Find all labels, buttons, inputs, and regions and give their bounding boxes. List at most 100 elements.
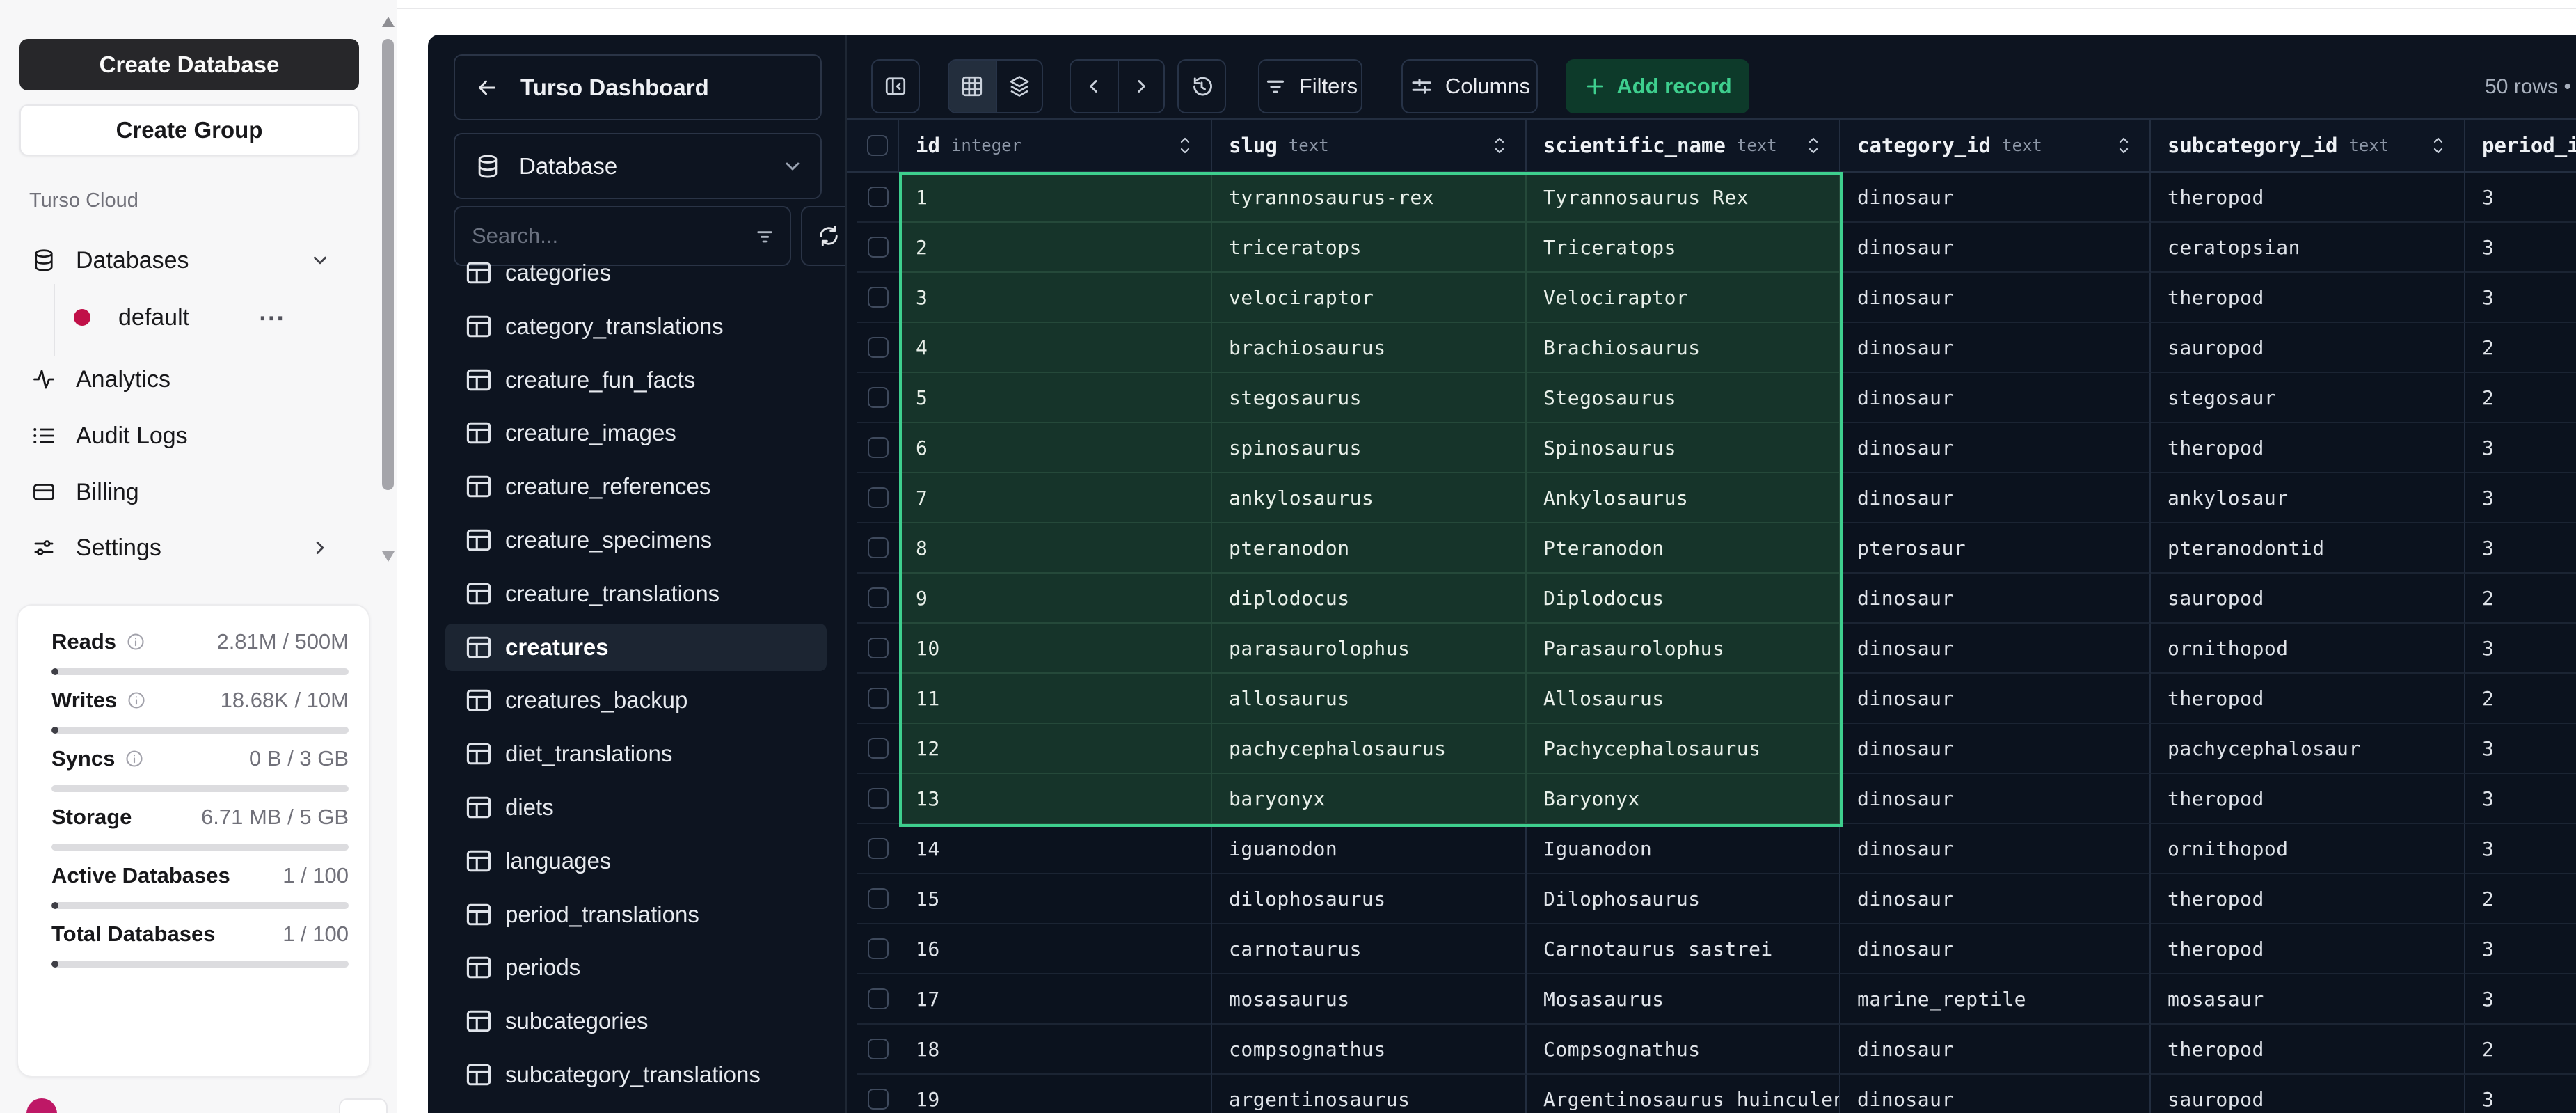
cell-id[interactable]: 1	[899, 173, 1212, 223]
scrollbar-thumb[interactable]	[382, 39, 394, 490]
column-header-scientific_name[interactable]: scientific_name text	[1527, 120, 1840, 171]
column-header-category_id[interactable]: category_id text	[1840, 120, 2151, 171]
cell-period_id[interactable]: 3	[2465, 273, 2576, 323]
cell-id[interactable]: 10	[899, 624, 1212, 674]
cell-scientific_name[interactable]: Iguanodon	[1527, 824, 1840, 874]
cell-category_id[interactable]: dinosaur	[1840, 924, 2151, 974]
sidebar-table-category_translations[interactable]: category_translations	[445, 303, 827, 350]
cell-subcategory_id[interactable]: theropod	[2151, 924, 2465, 974]
sidebar-table-languages[interactable]: languages	[445, 837, 827, 885]
cell-scientific_name[interactable]: Velociraptor	[1527, 273, 1840, 323]
cell-category_id[interactable]: pterosaur	[1840, 523, 2151, 574]
cell-scientific_name[interactable]: Pachycephalosaurus	[1527, 724, 1840, 774]
cell-scientific_name[interactable]: Tyrannosaurus Rex	[1527, 173, 1840, 223]
cell-slug[interactable]: carnotaurus	[1212, 924, 1527, 974]
cell-id[interactable]: 6	[899, 423, 1212, 473]
sidebar-item-audit-logs[interactable]: Audit Logs	[14, 412, 369, 459]
cell-period_id[interactable]: 3	[2465, 924, 2576, 974]
row-checkbox[interactable]	[868, 938, 889, 959]
cell-slug[interactable]: velociraptor	[1212, 273, 1527, 323]
cell-subcategory_id[interactable]: ceratopsian	[2151, 223, 2465, 273]
cell-subcategory_id[interactable]: theropod	[2151, 674, 2465, 724]
search-input[interactable]	[472, 223, 749, 248]
cell-period_id[interactable]: 3	[2465, 423, 2576, 473]
columns-button[interactable]: Columns	[1401, 59, 1538, 113]
info-icon[interactable]	[125, 749, 144, 768]
sidebar-table-creatures_backup[interactable]: creatures_backup	[445, 677, 827, 724]
cell-id[interactable]: 12	[899, 724, 1212, 774]
sort-icon[interactable]	[2428, 132, 2449, 159]
sidebar-item-settings[interactable]: Settings	[14, 524, 369, 571]
layers-view-button[interactable]	[995, 61, 1042, 112]
sidebar-table-periods[interactable]: periods	[445, 944, 827, 991]
sidebar-table-period_translations[interactable]: period_translations	[445, 891, 827, 938]
cell-scientific_name[interactable]: Pteranodon	[1527, 523, 1840, 574]
cell-id[interactable]: 4	[899, 323, 1212, 373]
avatar[interactable]	[26, 1098, 57, 1113]
cell-period_id[interactable]: 2	[2465, 574, 2576, 624]
cell-period_id[interactable]: 3	[2465, 473, 2576, 523]
cell-scientific_name[interactable]: Carnotaurus sastrei	[1527, 924, 1840, 974]
cell-scientific_name[interactable]: Triceratops	[1527, 223, 1840, 273]
cell-scientific_name[interactable]: Dilophosaurus	[1527, 874, 1840, 924]
cell-slug[interactable]: dilophosaurus	[1212, 874, 1527, 924]
collapse-sidebar-button[interactable]	[871, 59, 920, 113]
cell-subcategory_id[interactable]: sauropod	[2151, 574, 2465, 624]
cell-subcategory_id[interactable]: pachycephalosaur	[2151, 724, 2465, 774]
info-icon[interactable]	[126, 632, 145, 652]
cell-id[interactable]: 2	[899, 223, 1212, 273]
column-header-slug[interactable]: slug text	[1212, 120, 1527, 171]
collapsed-bottom-button[interactable]	[339, 1098, 388, 1113]
cell-period_id[interactable]: 3	[2465, 974, 2576, 1025]
cell-scientific_name[interactable]: Ankylosaurus	[1527, 473, 1840, 523]
create-database-button[interactable]: Create Database	[19, 39, 359, 90]
cell-period_id[interactable]: 3	[2465, 523, 2576, 574]
row-checkbox[interactable]	[868, 838, 889, 859]
row-checkbox[interactable]	[868, 387, 889, 408]
cell-subcategory_id[interactable]: theropod	[2151, 874, 2465, 924]
cell-period_id[interactable]: 2	[2465, 373, 2576, 423]
sidebar-item-default-database[interactable]: default ⋯	[14, 294, 369, 341]
cell-scientific_name[interactable]: Compsognathus	[1527, 1025, 1840, 1075]
sidebar-table-creature_references[interactable]: creature_references	[445, 463, 827, 510]
next-page-button[interactable]	[1117, 61, 1164, 112]
cell-subcategory_id[interactable]: ankylosaur	[2151, 473, 2465, 523]
sidebar-table-creature_specimens[interactable]: creature_specimens	[445, 516, 827, 564]
create-group-button[interactable]: Create Group	[19, 104, 359, 156]
cell-slug[interactable]: argentinosaurus	[1212, 1075, 1527, 1113]
row-checkbox[interactable]	[868, 487, 889, 508]
cell-slug[interactable]: ankylosaurus	[1212, 473, 1527, 523]
grid-view-button[interactable]	[949, 61, 996, 112]
back-to-turso-dashboard-button[interactable]: Turso Dashboard	[454, 54, 822, 120]
row-checkbox[interactable]	[868, 988, 889, 1009]
sidebar-table-categories[interactable]: categories	[445, 249, 827, 297]
cell-category_id[interactable]: dinosaur	[1840, 624, 2151, 674]
cell-id[interactable]: 5	[899, 373, 1212, 423]
cell-category_id[interactable]: dinosaur	[1840, 473, 2151, 523]
cell-category_id[interactable]: dinosaur	[1840, 323, 2151, 373]
column-header-subcategory_id[interactable]: subcategory_id text	[2151, 120, 2465, 171]
cell-slug[interactable]: compsognathus	[1212, 1025, 1527, 1075]
row-checkbox[interactable]	[868, 788, 889, 809]
cell-slug[interactable]: pteranodon	[1212, 523, 1527, 574]
cell-subcategory_id[interactable]: stegosaur	[2151, 373, 2465, 423]
sidebar-table-diets[interactable]: diets	[445, 784, 827, 831]
sort-icon[interactable]	[1803, 132, 1824, 159]
cell-scientific_name[interactable]: Allosaurus	[1527, 674, 1840, 724]
previous-page-button[interactable]	[1071, 61, 1118, 112]
cell-id[interactable]: 7	[899, 473, 1212, 523]
row-checkbox[interactable]	[868, 237, 889, 258]
sidebar-table-subcategory_translations[interactable]: subcategory_translations	[445, 1051, 827, 1098]
cell-category_id[interactable]: dinosaur	[1840, 423, 2151, 473]
sidebar-item-analytics[interactable]: Analytics	[14, 356, 369, 403]
cell-id[interactable]: 17	[899, 974, 1212, 1025]
cell-period_id[interactable]: 3	[2465, 1075, 2576, 1113]
sort-icon[interactable]	[1489, 132, 1510, 159]
cell-subcategory_id[interactable]: theropod	[2151, 423, 2465, 473]
row-checkbox[interactable]	[868, 738, 889, 759]
sidebar-table-creatures[interactable]: creatures	[445, 624, 827, 671]
cell-subcategory_id[interactable]: theropod	[2151, 774, 2465, 824]
cell-category_id[interactable]: marine_reptile	[1840, 974, 2151, 1025]
cell-slug[interactable]: triceratops	[1212, 223, 1527, 273]
cell-slug[interactable]: spinosaurus	[1212, 423, 1527, 473]
